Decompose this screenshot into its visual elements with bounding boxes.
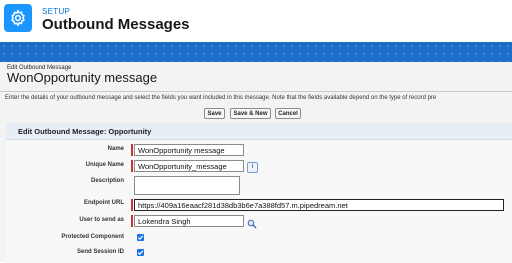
divider: [0, 91, 512, 92]
send-session-id-label: Send Session ID: [76, 249, 124, 255]
page-description: Enter the details of your outbound messa…: [5, 95, 437, 101]
user-to-send-as-label: User to send as: [79, 217, 124, 223]
endpoint-url-label: Endpoint URL: [84, 200, 124, 206]
setup-label: SETUP: [42, 7, 71, 16]
cancel-button[interactable]: Cancel: [275, 108, 301, 119]
name-field[interactable]: WonOpportunity message: [134, 144, 244, 156]
save-button[interactable]: Save: [204, 108, 225, 119]
endpoint-url-field[interactable]: https://409a16eaacf281d38db3b6e7a388fd57…: [134, 199, 504, 211]
header-band: [0, 42, 512, 62]
protected-component-checkbox[interactable]: [137, 234, 144, 241]
gear-icon: [4, 4, 32, 32]
description-field[interactable]: [134, 176, 240, 195]
protected-component-label: Protected Component: [61, 234, 124, 240]
page-title: WonOpportunity message: [7, 70, 158, 85]
edit-panel: [6, 123, 512, 263]
required-indicator: [131, 215, 133, 227]
required-indicator: [131, 160, 133, 172]
info-icon[interactable]: i: [247, 162, 258, 173]
description-label: Description: [90, 178, 124, 184]
section-title: Edit Outbound Message: Opportunity: [18, 127, 152, 136]
unique-name-label: Unique Name: [85, 162, 124, 168]
unique-name-field[interactable]: WonOpportunity_message: [134, 160, 244, 172]
send-session-id-checkbox[interactable]: [137, 249, 144, 256]
user-to-send-as-field[interactable]: Lokendra Singh: [134, 215, 244, 227]
lookup-icon[interactable]: [247, 216, 257, 229]
required-indicator: [131, 199, 133, 211]
required-indicator: [131, 144, 133, 156]
save-and-new-button[interactable]: Save & New: [230, 108, 271, 119]
page-heading: Outbound Messages: [42, 16, 190, 33]
name-label: Name: [107, 146, 124, 152]
